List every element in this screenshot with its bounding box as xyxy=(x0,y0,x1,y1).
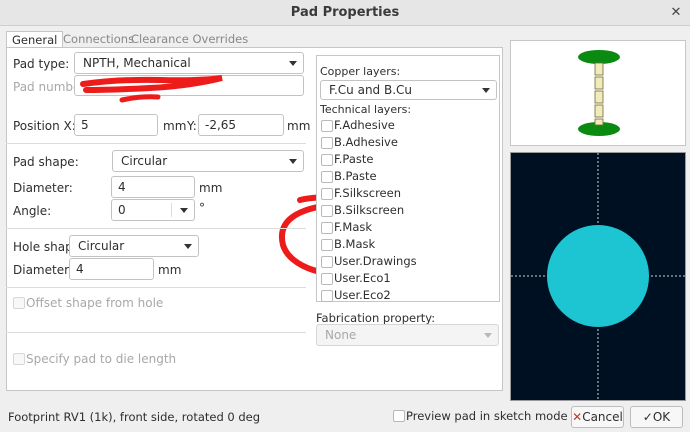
layer-label: User.Eco1 xyxy=(334,271,391,285)
technical-layers-label: Technical layers: xyxy=(320,103,412,116)
pad-shape-label: Pad shape: xyxy=(13,155,79,169)
section-divider xyxy=(6,228,306,229)
layer-stack-drawing xyxy=(578,50,620,136)
diameter-label: Diameter: xyxy=(13,181,73,195)
pad-preview-canvas[interactable] xyxy=(510,152,686,401)
layer-checkbox[interactable] xyxy=(321,222,333,234)
cancel-button[interactable]: ✕Cancel xyxy=(571,406,624,428)
diameter-field[interactable]: 4 xyxy=(111,176,195,198)
hole-diameter-unit: mm xyxy=(158,263,182,277)
status-text: Footprint RV1 (1k), front side, rotated … xyxy=(8,410,261,424)
layer-label: B.Mask xyxy=(334,237,376,251)
layer-stack-segment xyxy=(594,90,604,104)
layer-label: B.Adhesive xyxy=(334,135,398,149)
layer-checkbox[interactable] xyxy=(321,154,333,166)
chevron-down-icon xyxy=(184,244,192,249)
layer-stack-preview xyxy=(510,40,686,146)
layer-checkbox[interactable] xyxy=(321,273,333,285)
position-x-label: Position X: xyxy=(13,119,76,133)
layer-label: B.Silkscreen xyxy=(334,203,405,217)
layer-label: F.Adhesive xyxy=(334,118,395,132)
diameter-unit: mm xyxy=(199,181,223,195)
die-length-checkbox[interactable] xyxy=(13,353,25,365)
top-pad-shape xyxy=(578,50,620,64)
fabrication-select[interactable]: None xyxy=(316,324,499,346)
angle-unit: ° xyxy=(199,201,205,215)
copper-layers-select[interactable]: F.Cu and B.Cu xyxy=(320,80,497,100)
layer-label: User.Eco2 xyxy=(334,288,391,302)
position-y-label: Y: xyxy=(187,119,197,133)
fabrication-value: None xyxy=(325,328,357,342)
pad-shape-value: Circular xyxy=(121,154,168,168)
redaction-scribble xyxy=(80,75,223,93)
section-divider xyxy=(6,332,306,333)
fabrication-label: Fabrication property: xyxy=(316,311,436,325)
angle-label: Angle: xyxy=(13,204,52,218)
cancel-x-icon: ✕ xyxy=(572,410,583,424)
layer-checkbox[interactable] xyxy=(321,290,333,302)
cancel-label: Cancel xyxy=(582,410,623,424)
layer-stack-segment xyxy=(594,62,604,76)
chevron-down-icon xyxy=(484,333,492,338)
layer-label: User.Drawings xyxy=(334,254,417,268)
position-y-field[interactable]: -2,65 xyxy=(198,114,284,136)
position-y-unit: mm xyxy=(287,119,311,133)
layer-checkbox[interactable] xyxy=(321,137,333,149)
pad-circle xyxy=(547,225,649,327)
layer-stack-segment xyxy=(594,76,604,90)
offset-shape-checkbox[interactable] xyxy=(13,297,25,309)
layer-checkbox[interactable] xyxy=(321,239,333,251)
layer-checkbox[interactable] xyxy=(321,256,333,268)
pad-shape-select[interactable]: Circular xyxy=(112,150,304,172)
angle-select[interactable]: 0 xyxy=(111,199,195,221)
ok-label: OK xyxy=(652,410,671,424)
chevron-down-icon xyxy=(482,88,490,93)
layer-checkbox[interactable] xyxy=(321,205,333,217)
sketch-mode-label: Preview pad in sketch mode xyxy=(406,409,568,423)
position-x-field[interactable]: 5 xyxy=(74,114,158,136)
section-divider xyxy=(6,287,306,288)
combo-divider xyxy=(171,203,172,217)
sketch-mode-checkbox[interactable] xyxy=(393,410,405,422)
hole-diameter-field[interactable]: 4 xyxy=(69,258,154,280)
checkmark-icon: ✓ xyxy=(642,410,653,424)
ok-button[interactable]: ✓OK xyxy=(630,406,683,428)
section-divider xyxy=(6,143,306,144)
position-x-unit: mm xyxy=(163,119,187,133)
copper-layers-label: Copper layers: xyxy=(320,65,401,78)
layer-checkbox[interactable] xyxy=(321,120,333,132)
offset-shape-label: Offset shape from hole xyxy=(26,296,164,310)
layer-label: B.Paste xyxy=(334,169,377,183)
layer-label: F.Paste xyxy=(334,152,374,166)
copper-layers-value: F.Cu and B.Cu xyxy=(329,83,413,97)
angle-value: 0 xyxy=(118,203,126,217)
layers-group: Copper layers: F.Cu and B.Cu Technical l… xyxy=(316,55,500,302)
die-length-label: Specify pad to die length xyxy=(26,352,177,366)
layer-stack-segment xyxy=(594,118,604,126)
chevron-down-icon xyxy=(180,208,188,213)
hole-diameter-label: Diameter: xyxy=(13,263,73,277)
hole-shape-select[interactable]: Circular xyxy=(69,235,199,257)
layer-stack-segment xyxy=(594,104,604,118)
layer-label: F.Mask xyxy=(334,220,373,234)
layer-checkbox[interactable] xyxy=(321,171,333,183)
layer-label: F.Silkscreen xyxy=(334,186,402,200)
chevron-down-icon xyxy=(289,159,297,164)
pad-preview-drawing xyxy=(511,153,685,400)
redaction-scribble-small xyxy=(119,94,161,103)
layer-checkbox[interactable] xyxy=(321,188,333,200)
hole-shape-value: Circular xyxy=(78,239,125,253)
